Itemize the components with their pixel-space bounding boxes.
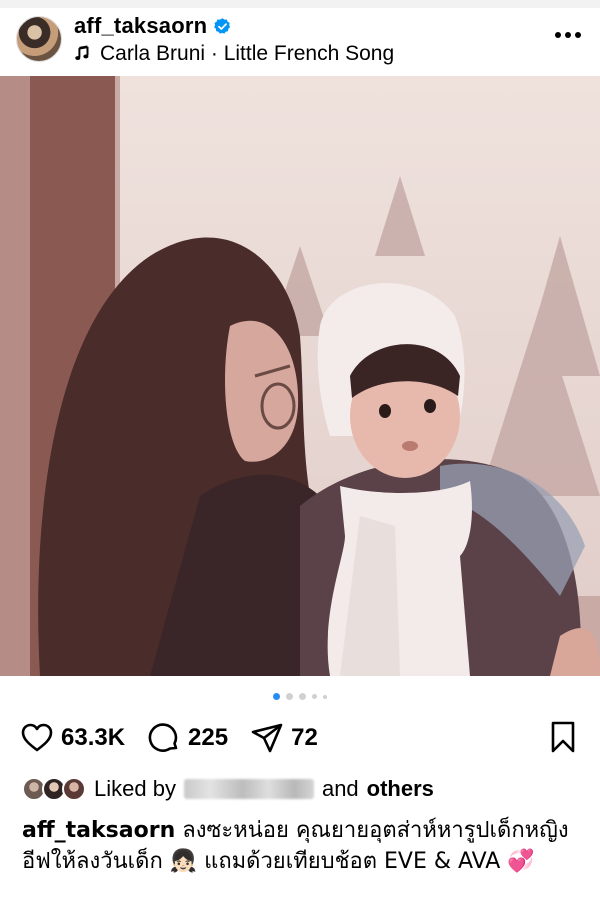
post-photo (0, 76, 600, 676)
liked-by-connector: and (321, 776, 359, 801)
song-label: Carla Bruni · Little French Song (100, 42, 395, 65)
carousel-dot (299, 693, 306, 700)
post-header: aff_taksaorn Carla Bruni · Little French… (0, 8, 600, 74)
post-username[interactable]: aff_taksaorn (74, 13, 207, 39)
share-action[interactable]: 72 (250, 721, 318, 755)
share-count[interactable]: 72 (291, 724, 318, 752)
comment-count[interactable]: 225 (188, 724, 228, 752)
audio-row[interactable]: Carla Bruni · Little French Song (74, 40, 394, 68)
bookmark-icon[interactable] (546, 720, 580, 754)
liker-avatars (22, 775, 90, 803)
like-count[interactable]: 63.3K (61, 724, 125, 752)
music-note-icon (75, 45, 89, 61)
username-row: aff_taksaorn (74, 12, 232, 40)
comment-icon[interactable] (147, 721, 181, 755)
liker-avatar (62, 777, 86, 801)
liked-by-others[interactable]: others (367, 776, 434, 802)
profile-avatar[interactable] (16, 16, 62, 62)
carousel-dot (323, 694, 327, 699)
comment-action[interactable]: 225 (147, 721, 228, 755)
post-caption: aff_taksaorn ลงซะหน่อย คุณยายอุตส่าห์หาร… (22, 815, 582, 877)
like-action[interactable]: 63.3K (20, 721, 125, 755)
status-strip (0, 0, 600, 8)
liked-by-row[interactable]: Liked by and others (22, 774, 434, 804)
caption-username[interactable]: aff_taksaorn (22, 818, 175, 843)
liked-by-prefix: Liked by (94, 776, 176, 801)
carousel-dot-active (273, 693, 280, 700)
verified-icon (214, 17, 231, 34)
liked-by-text: Liked by and others (94, 776, 434, 802)
post-image[interactable] (0, 76, 600, 676)
more-icon[interactable] (554, 30, 582, 40)
carousel-dot (286, 693, 293, 700)
share-icon[interactable] (250, 721, 284, 755)
post-actions: 63.3K 225 72 (20, 718, 580, 758)
liker-username-redacted[interactable] (183, 779, 314, 799)
heart-icon[interactable] (20, 721, 54, 755)
carousel-indicator (0, 693, 600, 700)
carousel-dot (312, 694, 317, 699)
